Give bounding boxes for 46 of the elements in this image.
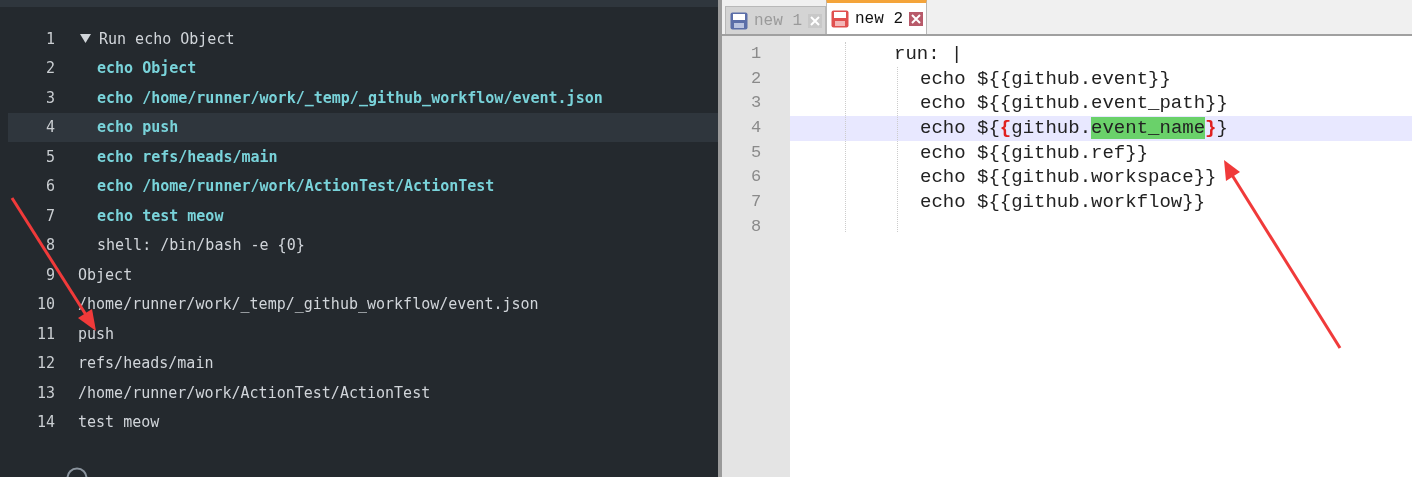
line-number: 14 [35,413,56,432]
log-text: Object [78,265,133,284]
log-text: /home/runner/work/ActionTest/ActionTest [78,383,431,402]
log-text: Run echo Object [99,29,235,48]
log-text: echo push [97,118,179,137]
triangle-down-icon[interactable] [80,34,91,44]
line-number: 7 [44,206,56,225]
code-line: echo ${{github.ref}} [920,140,1149,166]
line-number: 7 [749,191,763,214]
line-number: 4 [749,117,763,140]
code-line: echo ${{github.event_path}} [920,91,1228,117]
code-line: echo ${{github.event_name}} [920,116,1228,141]
line-number: 5 [749,141,763,164]
code-line: echo ${{github.event}} [920,66,1171,92]
line-number: 2 [749,67,763,90]
line-number: 12 [35,354,56,373]
log-text: echo /home/runner/work/ActionTest/ActionTest [97,177,495,196]
line-number: 11 [35,324,56,343]
line-number: 2 [44,59,56,78]
line-number: 13 [35,383,56,402]
line-number: 9 [44,265,56,284]
line-number: 1 [44,29,56,48]
line-number: 5 [44,147,56,166]
log-text: echo test meow [97,206,224,225]
log-text: test meow [78,413,160,432]
line-number: 3 [44,88,56,107]
log-text: shell: /bin/bash -e {0} [97,236,305,255]
code-line: run: | [894,42,963,67]
code-line: echo ${{github.workflow}} [920,190,1206,215]
log-text: push [78,324,115,343]
line-number: 4 [44,118,56,137]
line-number: 10 [35,295,56,314]
line-number: 8 [749,215,763,238]
log-text: refs/heads/main [78,354,214,373]
log-text: echo Object [97,59,197,78]
line-number: 6 [44,177,56,196]
log-text: /home/runner/work/_temp/_github_workflow/event.json [78,295,539,314]
code-line: echo ${{github.workspace}} [920,165,1217,191]
log-text: echo refs/heads/main [97,147,278,166]
close-icon[interactable] [909,11,924,26]
line-number: 1 [749,43,763,65]
line-number: 6 [749,166,763,189]
line-number: 3 [749,92,763,115]
log-text: echo /home/runner/work/_temp/_github_workflow/event.json [97,88,603,107]
line-number: 8 [44,236,56,255]
file-tab[interactable]: new 2 [826,0,928,34]
